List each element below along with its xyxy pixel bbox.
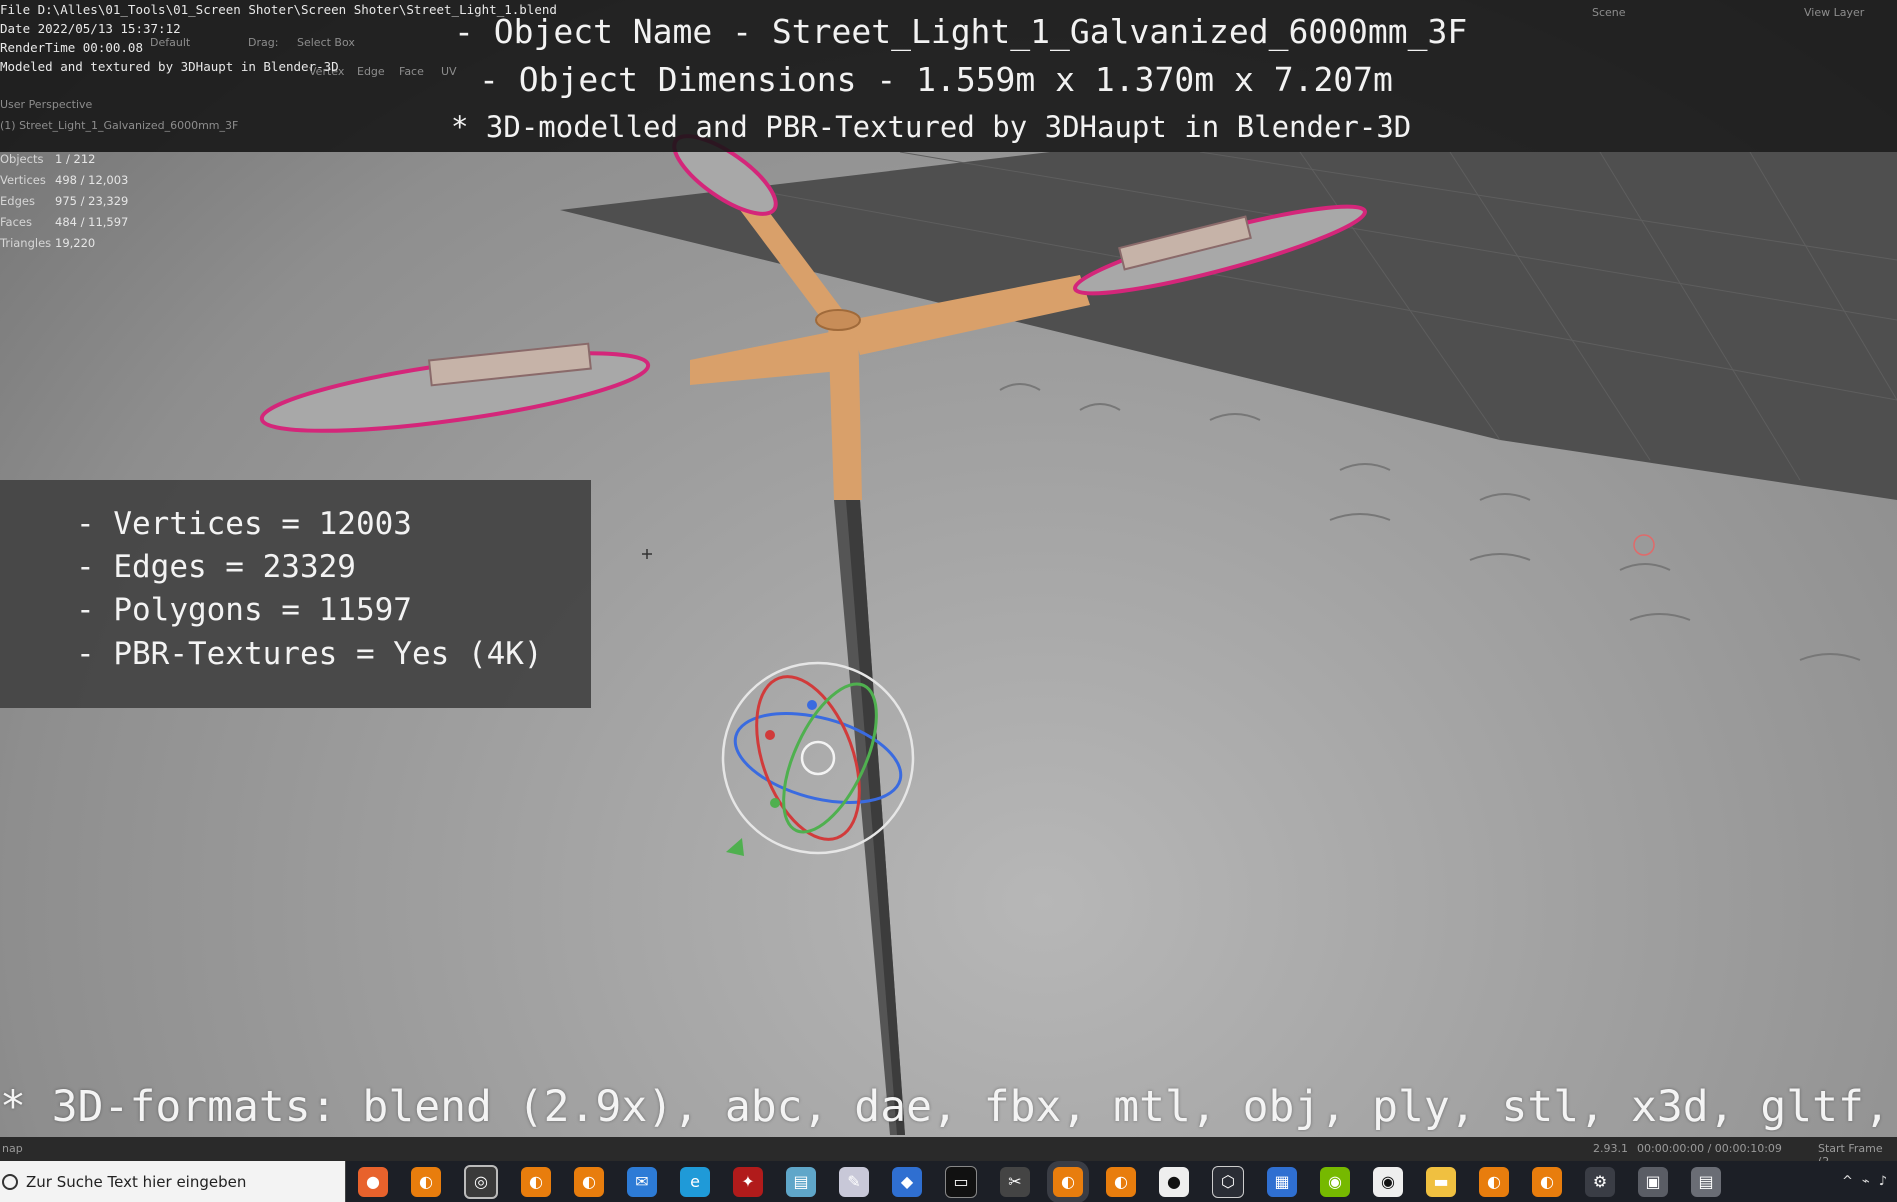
edge-icon[interactable]: e [680, 1166, 710, 1197]
timeline-time: 00:00:00:00 / 00:00:10:09 [1637, 1142, 1782, 1155]
volume-icon[interactable]: ♪ [1879, 1174, 1887, 1189]
credit-title: * 3D-modelled and PBR-Textured by 3DHaup… [451, 110, 1412, 144]
capture-icon[interactable]: ✂ [1000, 1166, 1030, 1197]
app-gray2-icon[interactable]: ▤ [1691, 1166, 1721, 1197]
cube-icon[interactable]: ⬡ [1212, 1165, 1244, 1198]
credit-line: Modeled and textured by 3DHaupt in Blend… [0, 59, 339, 74]
view-layer-selector[interactable]: View Layer [1804, 6, 1864, 19]
arm-left [690, 330, 850, 385]
blender-icon[interactable]: ◐ [1106, 1166, 1136, 1197]
object-dimensions-title: - Object Dimensions - 1.559m x 1.370m x … [479, 60, 1393, 99]
spec-vertices: - Vertices = 12003 [76, 506, 412, 542]
face-mode-button[interactable]: Face [399, 65, 424, 78]
status-bar: nap 2.93.1 00:00:00:00 / 00:00:10:09 Sta… [0, 1137, 1897, 1168]
blender-icon[interactable]: ◐ [411, 1166, 441, 1197]
drag-select-dropdown[interactable]: Select Box [297, 36, 355, 49]
stat-edges: Edges 975 / 23,329 [0, 194, 129, 208]
stat-faces: Faces 484 / 11,597 [0, 215, 129, 229]
app-red-icon[interactable]: ✦ [733, 1166, 763, 1197]
active-object-label: (1) Street_Light_1_Galvanized_6000mm_3F [0, 119, 239, 132]
statistics-overlay: Objects 1 / 212 Vertices 498 / 12,003 Edge… [0, 152, 128, 257]
network-icon[interactable]: ⌁ [1862, 1174, 1870, 1189]
drag-label: Drag: [248, 36, 279, 49]
notes-icon[interactable]: ▤ [786, 1166, 816, 1197]
status-left: nap [2, 1142, 23, 1155]
blender-icon[interactable]: ◐ [1532, 1166, 1562, 1197]
taskbar-search[interactable]: Zur Suche Text hier eingeben [0, 1161, 346, 1202]
spec-polygons: - Polygons = 11597 [76, 592, 412, 628]
version-label: 2.93.1 [1593, 1142, 1628, 1155]
app-blue-icon[interactable]: ◆ [892, 1166, 922, 1197]
firefox-icon[interactable]: ● [358, 1166, 388, 1197]
search-icon [2, 1173, 18, 1190]
spec-box: - Vertices = 12003 - Edges = 23329 - Pol… [0, 480, 591, 708]
paint-icon[interactable]: ✎ [839, 1166, 869, 1197]
calendar-icon[interactable]: ▦ [1267, 1166, 1297, 1197]
3d-viewport[interactable]: Default Drag: Select Box Vertex Edge Fac… [0, 0, 1897, 1202]
panda-icon[interactable]: ● [1159, 1166, 1189, 1197]
3d-cursor[interactable] [642, 549, 652, 559]
app-gray-icon[interactable]: ▣ [1638, 1166, 1668, 1197]
system-tray[interactable]: ^ ⌁ ♪ [1842, 1174, 1897, 1189]
user-perspective-label: User Perspective [0, 98, 93, 111]
edge-mode-button[interactable]: Edge [357, 65, 385, 78]
chevron-up-icon[interactable]: ^ [1842, 1174, 1853, 1189]
render-time-line: RenderTime 00:00.08 [0, 40, 143, 55]
mail-icon[interactable]: ✉ [627, 1166, 657, 1197]
lamp-head-left [259, 351, 651, 433]
pole-hub [815, 309, 861, 331]
blender-icon[interactable]: ◐ [521, 1166, 551, 1197]
media-icon[interactable]: ◉ [1373, 1166, 1403, 1197]
stat-objects: Objects 1 / 212 [0, 152, 96, 166]
spec-pbr-textures: - PBR-Textures = Yes (4K) [76, 636, 543, 672]
rotation-gizmo[interactable] [721, 661, 915, 856]
formats-line: * 3D-formats: blend (2.9x), abc, dae, fb… [0, 1082, 1897, 1132]
light-marker[interactable] [1633, 534, 1655, 556]
scene-selector[interactable]: Scene [1592, 6, 1626, 19]
blender-icon[interactable]: ◐ [1053, 1166, 1083, 1197]
object-name-title: - Object Name - Street_Light_1_Galvanize… [454, 12, 1468, 51]
stat-vertices: Vertices 498 / 12,003 [0, 173, 129, 187]
folder-icon[interactable]: ▬ [1426, 1166, 1456, 1197]
nvidia-icon[interactable]: ◉ [1320, 1166, 1350, 1197]
settings-icon[interactable]: ⚙ [1585, 1166, 1615, 1197]
blender-icon[interactable]: ◐ [1479, 1166, 1509, 1197]
mode-default-dropdown[interactable]: Default [150, 36, 190, 49]
uv-mode-button[interactable]: UV [441, 65, 457, 78]
obs-icon[interactable]: ◎ [464, 1164, 498, 1199]
windows-taskbar: Zur Suche Text hier eingeben ● ◐ ◎ ◐ ◐ ✉… [0, 1161, 1897, 1202]
spec-edges: - Edges = 23329 [76, 549, 356, 585]
stat-triangles: Triangles 19,220 [0, 236, 96, 250]
terminal-icon[interactable]: ▭ [945, 1165, 977, 1198]
date-line: Date 2022/05/13 15:37:12 [0, 21, 181, 36]
blender-icon[interactable]: ◐ [574, 1166, 604, 1197]
search-input[interactable]: Zur Suche Text hier eingeben [26, 1173, 246, 1191]
